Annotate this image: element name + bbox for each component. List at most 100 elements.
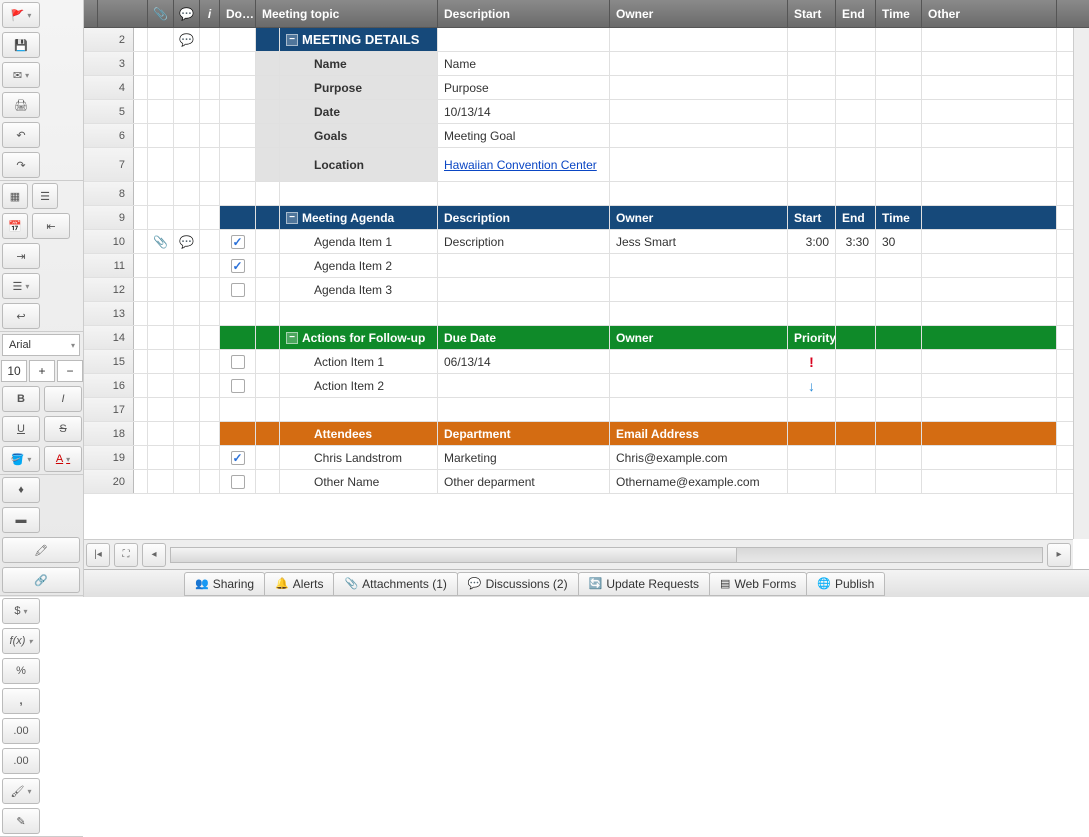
attachment-icon[interactable]: 📎: [148, 230, 174, 253]
checkbox[interactable]: ✓: [231, 235, 245, 249]
scroll-thumb[interactable]: [171, 548, 737, 562]
detail-label[interactable]: Purpose: [280, 76, 438, 99]
agenda-item[interactable]: Agenda Item 2: [280, 254, 438, 277]
row-number[interactable]: 2: [84, 28, 134, 51]
detail-label[interactable]: Name: [280, 52, 438, 75]
goto-start-button[interactable]: |◂: [86, 543, 110, 567]
attendee-email[interactable]: Othername@example.com: [610, 470, 788, 493]
attendee-email[interactable]: Chris@example.com: [610, 446, 788, 469]
highlight-rows-button[interactable]: ▬: [2, 507, 40, 533]
section-header-details[interactable]: −MEETING DETAILS: [280, 28, 438, 51]
description-column-header[interactable]: Description: [438, 0, 610, 27]
table-row[interactable]: 15 Action Item 1 06/13/14 !: [84, 350, 1073, 374]
detail-value[interactable]: 10/13/14: [438, 100, 610, 123]
undo-button[interactable]: ↶: [2, 122, 40, 148]
link-button[interactable]: 🔗: [2, 567, 80, 593]
detail-value[interactable]: Meeting Goal: [438, 124, 610, 147]
strikethrough-button[interactable]: S: [44, 416, 82, 442]
owner-column-header[interactable]: Owner: [610, 0, 788, 27]
row-number[interactable]: 15: [84, 350, 134, 373]
table-row[interactable]: 2 💬 −MEETING DETAILS: [84, 28, 1073, 52]
table-row[interactable]: 7 Location Hawaiian Convention Center: [84, 148, 1073, 182]
row-number[interactable]: 7: [84, 148, 134, 181]
table-row[interactable]: 10 📎 💬 ✓ Agenda Item 1 Description Jess …: [84, 230, 1073, 254]
priority-high-icon[interactable]: !: [788, 350, 836, 373]
row-number[interactable]: 14: [84, 326, 134, 349]
table-row[interactable]: 5 Date 10/13/14: [84, 100, 1073, 124]
checkbox[interactable]: [231, 379, 245, 393]
scroll-left-button[interactable]: ◂: [142, 543, 166, 567]
tab-sharing[interactable]: 👥Sharing: [184, 572, 265, 596]
agenda-start[interactable]: 3:00: [788, 230, 836, 253]
tab-attachments[interactable]: 📎Attachments (1): [333, 572, 457, 596]
row-number[interactable]: 5: [84, 100, 134, 123]
table-row[interactable]: 18 Attendees Department Email Address: [84, 422, 1073, 446]
table-row[interactable]: 20 Other Name Other deparment Othername@…: [84, 470, 1073, 494]
percent-button[interactable]: %: [2, 658, 40, 684]
table-row[interactable]: 13: [84, 302, 1073, 326]
calendar-view-button[interactable]: 📅: [2, 213, 28, 239]
comment-column-header[interactable]: 💬: [174, 0, 200, 27]
attendee-dept[interactable]: Other deparment: [438, 470, 610, 493]
row-number[interactable]: 13: [84, 302, 134, 325]
detail-value[interactable]: Purpose: [438, 76, 610, 99]
row-number[interactable]: 11: [84, 254, 134, 277]
agenda-owner[interactable]: Jess Smart: [610, 230, 788, 253]
tab-alerts[interactable]: 🔔Alerts: [264, 572, 334, 596]
mail-menu[interactable]: ✉: [2, 62, 40, 88]
table-row[interactable]: 12 Agenda Item 3: [84, 278, 1073, 302]
redo-button[interactable]: ↷: [2, 152, 40, 178]
decrease-decimal-button[interactable]: .00: [2, 718, 40, 744]
other-column-header[interactable]: Other: [922, 0, 1057, 27]
row-number[interactable]: 6: [84, 124, 134, 147]
print-button[interactable]: 🖨: [2, 92, 40, 118]
attachment-column-header[interactable]: 📎: [148, 0, 174, 27]
agenda-desc[interactable]: Description: [438, 230, 610, 253]
collapse-icon[interactable]: −: [286, 34, 298, 46]
action-item[interactable]: Action Item 2: [280, 374, 438, 397]
row-number[interactable]: 12: [84, 278, 134, 301]
agenda-item[interactable]: Agenda Item 1: [280, 230, 438, 253]
flag-menu[interactable]: 🚩: [2, 2, 40, 28]
table-row[interactable]: 3 Name Name: [84, 52, 1073, 76]
attendee-name[interactable]: Chris Landstrom: [280, 446, 438, 469]
table-row[interactable]: 9 −Meeting Agenda Description Owner Star…: [84, 206, 1073, 230]
section-header-actions[interactable]: −Actions for Follow-up: [280, 326, 438, 349]
font-family-select[interactable]: Arial: [2, 334, 80, 356]
action-due[interactable]: 06/13/14: [438, 350, 610, 373]
info-column-header[interactable]: i: [200, 0, 220, 27]
format-painter-menu[interactable]: 🖌: [2, 778, 40, 804]
rownum-header[interactable]: [98, 0, 148, 27]
time-column-header[interactable]: Time: [876, 0, 922, 27]
comment-icon[interactable]: 💬: [174, 28, 200, 51]
checkbox[interactable]: [231, 355, 245, 369]
highlighter-button[interactable]: 🖍: [2, 537, 80, 563]
agenda-end[interactable]: 3:30: [836, 230, 876, 253]
text-color-menu[interactable]: A: [44, 446, 82, 472]
detail-label[interactable]: Date: [280, 100, 438, 123]
thousands-button[interactable]: ,: [2, 688, 40, 714]
agenda-time[interactable]: 30: [876, 230, 922, 253]
underline-button[interactable]: U: [2, 416, 40, 442]
row-number[interactable]: 8: [84, 182, 134, 205]
bold-button[interactable]: B: [2, 386, 40, 412]
row-number[interactable]: 16: [84, 374, 134, 397]
scroll-track[interactable]: [170, 547, 1043, 563]
section-header-attendees[interactable]: Attendees: [280, 422, 438, 445]
italic-button[interactable]: I: [44, 386, 82, 412]
collapse-icon[interactable]: −: [286, 332, 298, 344]
clear-format-button[interactable]: ✎: [2, 808, 40, 834]
attendee-dept[interactable]: Marketing: [438, 446, 610, 469]
save-button[interactable]: 💾: [2, 32, 40, 58]
table-row[interactable]: 19 ✓ Chris Landstrom Marketing Chris@exa…: [84, 446, 1073, 470]
align-menu[interactable]: ☰: [2, 273, 40, 299]
done-column-header[interactable]: Do…: [220, 0, 256, 27]
topic-column-header[interactable]: Meeting topic: [256, 0, 438, 27]
row-number[interactable]: 9: [84, 206, 134, 229]
tab-update-requests[interactable]: 🔄Update Requests: [578, 572, 710, 596]
currency-menu[interactable]: $: [2, 598, 40, 624]
row-select-header[interactable]: [84, 0, 98, 27]
row-number[interactable]: 18: [84, 422, 134, 445]
table-row[interactable]: 17: [84, 398, 1073, 422]
indent-out-button[interactable]: ⇤: [32, 213, 70, 239]
